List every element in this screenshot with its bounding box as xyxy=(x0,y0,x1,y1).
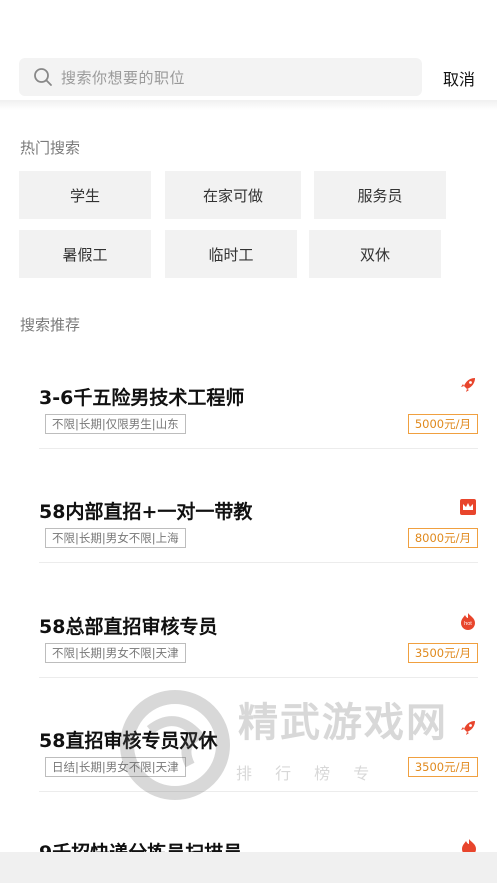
hot-tag[interactable]: 暑假工 xyxy=(19,230,151,278)
divider xyxy=(39,791,478,792)
job-salary: 5000元/月 xyxy=(407,414,478,434)
job-meta: 日结|长期|男女不限|天津 xyxy=(45,757,186,777)
divider xyxy=(39,677,478,678)
hot-badge-text: hot xyxy=(464,621,472,627)
job-title: 58直招审核专员双休 xyxy=(39,730,218,752)
job-salary: 3500元/月 xyxy=(407,643,478,663)
hot-tag[interactable]: 在家可做 xyxy=(165,171,301,219)
hot-tag[interactable]: 学生 xyxy=(19,171,151,219)
search-bar[interactable]: 搜索你想要的职位 xyxy=(19,58,422,96)
hot-tag[interactable]: 服务员 xyxy=(314,171,446,219)
job-title: 58总部直招审核专员 xyxy=(39,616,218,638)
job-meta: 不限|长期|男女不限|天津 xyxy=(45,643,186,663)
job-item[interactable]: 58直招审核专员双休 日结|长期|男女不限|天津 3500元/月 xyxy=(39,721,478,796)
cancel-button[interactable]: 取消 xyxy=(443,66,475,90)
crown-icon xyxy=(460,499,476,515)
recommend-title: 搜索推荐 xyxy=(20,316,81,334)
bottom-bar xyxy=(0,852,497,883)
job-salary: 3500元/月 xyxy=(407,757,478,777)
divider xyxy=(39,448,478,449)
job-item[interactable]: 58总部直招审核专员 hot 不限|长期|男女不限|天津 3500元/月 xyxy=(39,612,478,682)
job-meta: 不限|长期|仅限男生|山东 xyxy=(45,414,186,434)
rocket-icon xyxy=(461,721,475,735)
divider xyxy=(39,562,478,563)
job-salary: 8000元/月 xyxy=(407,528,478,548)
hot-tag[interactable]: 双休 xyxy=(309,230,441,278)
job-title: 58内部直招+一对一带教 xyxy=(39,501,253,523)
search-input[interactable]: 搜索你想要的职位 xyxy=(61,67,185,88)
hot-search-title: 热门搜索 xyxy=(20,139,81,157)
search-icon xyxy=(34,68,52,86)
job-title: 3-6千五险男技术工程师 xyxy=(39,387,245,409)
hot-icon: hot xyxy=(459,612,477,630)
job-item[interactable]: 58内部直招+一对一带教 不限|长期|男女不限|上海 8000元/月 xyxy=(39,497,478,567)
header-divider xyxy=(0,100,497,110)
job-meta: 不限|长期|男女不限|上海 xyxy=(45,528,186,548)
rocket-icon xyxy=(461,378,475,392)
hot-tag[interactable]: 临时工 xyxy=(165,230,297,278)
job-item[interactable]: 3-6千五险男技术工程师 不限|长期|仅限男生|山东 5000元/月 xyxy=(39,378,478,453)
